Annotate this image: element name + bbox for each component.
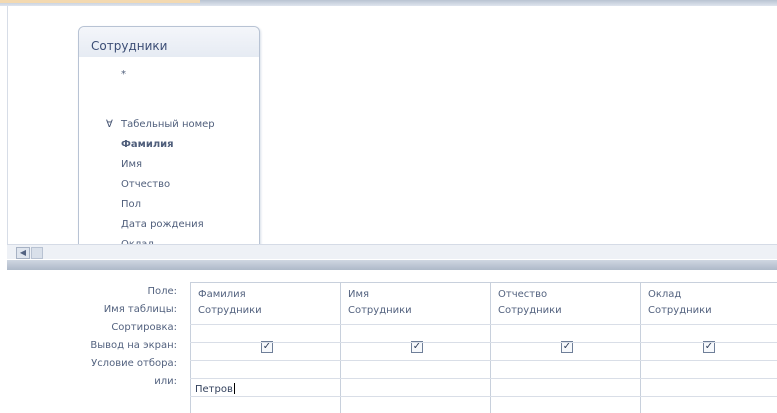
grid-column-patronymic[interactable]: Отчество Сотрудники ✓ bbox=[490, 283, 641, 413]
field-item-patronymic[interactable]: Отчество bbox=[121, 179, 170, 190]
cell-field[interactable]: Отчество bbox=[498, 289, 547, 300]
pane-splitter[interactable] bbox=[7, 260, 777, 270]
cell-table[interactable]: Сотрудники bbox=[648, 305, 712, 316]
grid-column-salary[interactable]: Оклад Сотрудники ✓ bbox=[640, 283, 777, 413]
scroll-left-icon[interactable]: ◀ bbox=[16, 247, 30, 259]
field-item-birthdate[interactable]: Дата рождения bbox=[121, 219, 204, 230]
horizontal-scrollbar[interactable]: ◀ bbox=[7, 244, 777, 259]
label-table: Имя таблицы: bbox=[103, 304, 177, 315]
row-divider bbox=[190, 396, 777, 397]
top-accent bbox=[0, 0, 200, 3]
field-item-surname[interactable]: Фамилия bbox=[121, 139, 174, 150]
query-grid: Поле: Имя таблицы: Сортировка: Вывод на … bbox=[7, 270, 777, 413]
grid-column-name[interactable]: Имя Сотрудники ✓ bbox=[340, 283, 491, 413]
field-item-tab-number[interactable]: Табельный номер bbox=[121, 119, 215, 130]
label-or: или: bbox=[154, 376, 177, 387]
field-item-all[interactable]: * bbox=[121, 69, 126, 80]
cell-table[interactable]: Сотрудники bbox=[498, 305, 562, 316]
cell-table[interactable]: Сотрудники bbox=[198, 305, 262, 316]
criteria-value: Петров bbox=[195, 384, 233, 395]
row-divider bbox=[190, 360, 777, 361]
table-title: Сотрудники bbox=[79, 27, 259, 57]
field-item-sex[interactable]: Пол bbox=[121, 199, 141, 210]
cell-field[interactable]: Фамилия bbox=[198, 289, 246, 300]
row-divider bbox=[190, 324, 777, 325]
grid-columns: Фамилия Сотрудники ✓ Имя Сотрудники ✓ От… bbox=[190, 282, 777, 413]
cell-field[interactable]: Оклад bbox=[648, 289, 681, 300]
cell-table[interactable]: Сотрудники bbox=[348, 305, 412, 316]
text-caret bbox=[233, 383, 235, 394]
table-field-list[interactable]: Сотрудники ∀ * Табельный номер Фамилия И… bbox=[78, 26, 260, 250]
primary-key-icon: ∀ bbox=[106, 119, 113, 130]
label-field: Поле: bbox=[147, 286, 177, 297]
criteria-input[interactable]: Петров bbox=[195, 383, 235, 395]
label-sort: Сортировка: bbox=[111, 322, 177, 333]
field-item-name[interactable]: Имя bbox=[121, 159, 142, 170]
label-criteria: Условие отбора: bbox=[91, 358, 177, 369]
row-divider bbox=[190, 342, 777, 343]
scroll-thumb[interactable] bbox=[31, 247, 43, 259]
label-show: Вывод на экран: bbox=[90, 340, 177, 351]
cell-field[interactable]: Имя bbox=[348, 289, 369, 300]
row-divider bbox=[190, 378, 777, 379]
